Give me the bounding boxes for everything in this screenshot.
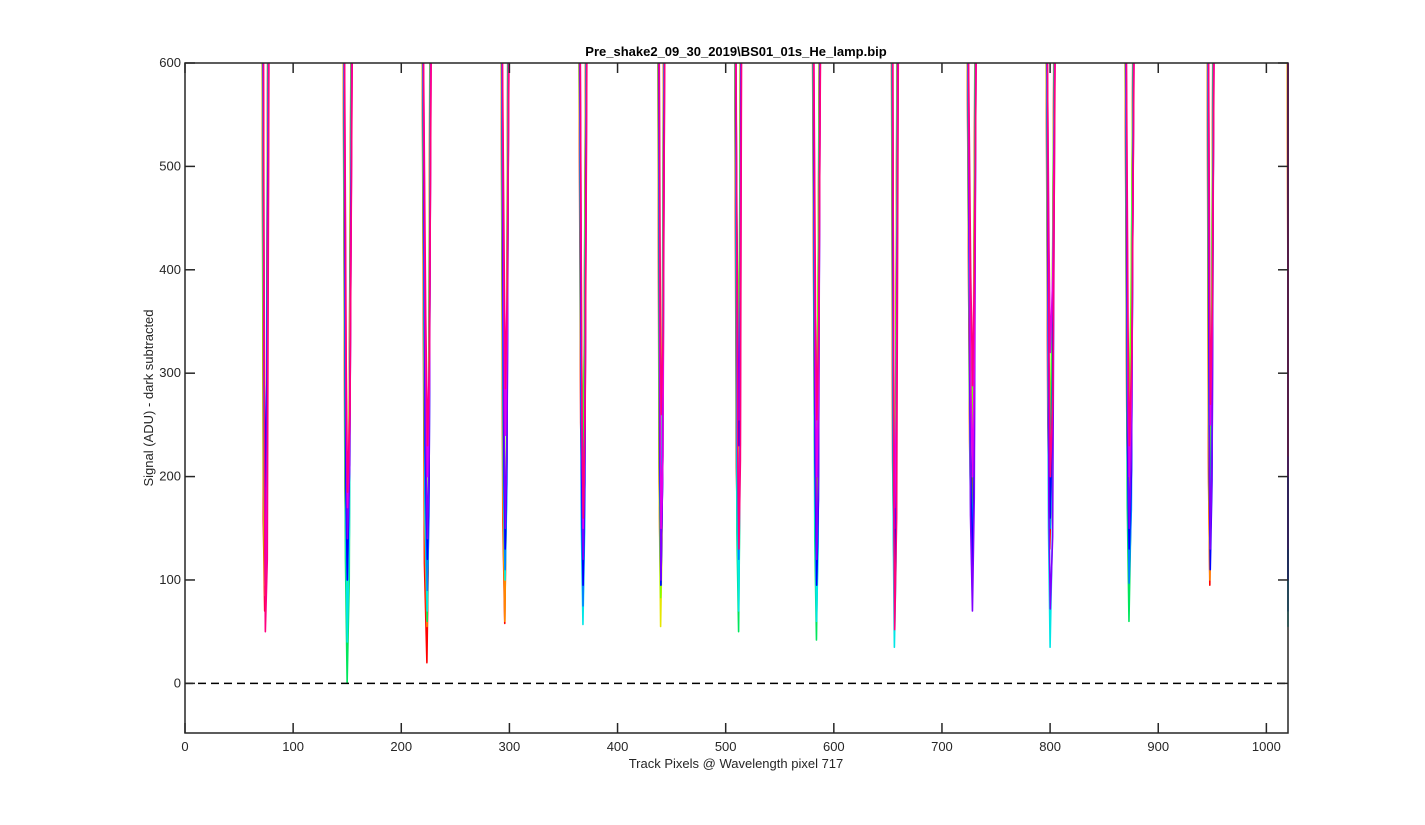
y-tick-label: 500 <box>159 158 181 173</box>
x-tick-label: 0 <box>181 739 188 754</box>
x-tick-label: 500 <box>715 739 737 754</box>
x-tick-label: 800 <box>1039 739 1061 754</box>
x-axis-label: Track Pixels @ Wavelength pixel 717 <box>629 756 844 771</box>
y-axis-label: Signal (ADU) - dark subtracted <box>141 309 156 486</box>
x-tick-label: 900 <box>1147 739 1169 754</box>
x-tick-label: 100 <box>282 739 304 754</box>
y-tick-label: 100 <box>159 572 181 587</box>
x-tick-label: 700 <box>931 739 953 754</box>
y-tick-label: 0 <box>174 675 181 690</box>
y-tick-label: 400 <box>159 262 181 277</box>
x-tick-label: 300 <box>499 739 521 754</box>
y-tick-label: 300 <box>159 365 181 380</box>
x-tick-label: 400 <box>607 739 629 754</box>
x-tick-label: 200 <box>390 739 412 754</box>
x-tick-label: 600 <box>823 739 845 754</box>
x-tick-label: 1000 <box>1252 739 1281 754</box>
chart-title: Pre_shake2_09_30_2019\BS01_01s_He_lamp.b… <box>585 44 886 59</box>
chart: 0 100 200 300 400 500 600 700 800 900 1000 0 100 200 3… <box>141 44 1289 771</box>
y-tick-label: 200 <box>159 469 181 484</box>
y-tick-label: 600 <box>159 55 181 70</box>
